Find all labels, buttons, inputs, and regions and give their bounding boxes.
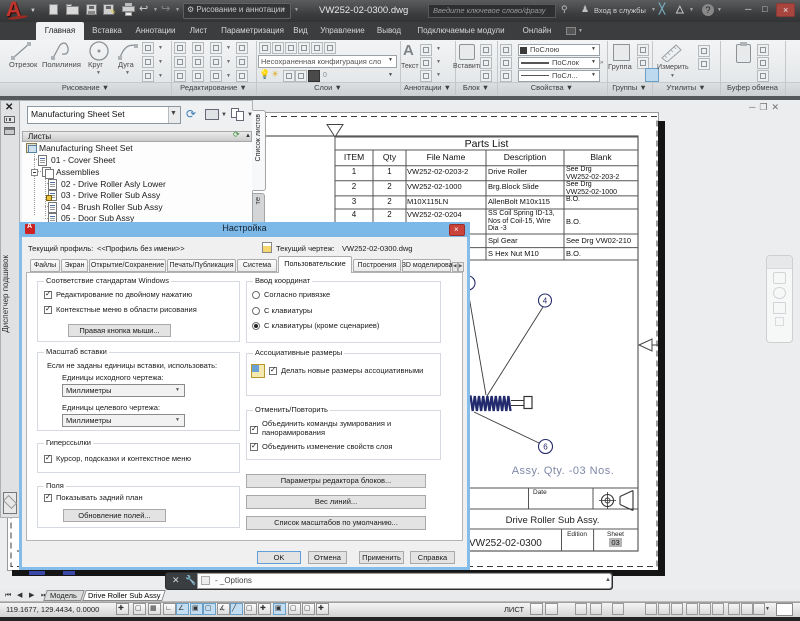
svg-text:4: 4 — [543, 297, 548, 306]
svg-text:6: 6 — [543, 443, 548, 452]
